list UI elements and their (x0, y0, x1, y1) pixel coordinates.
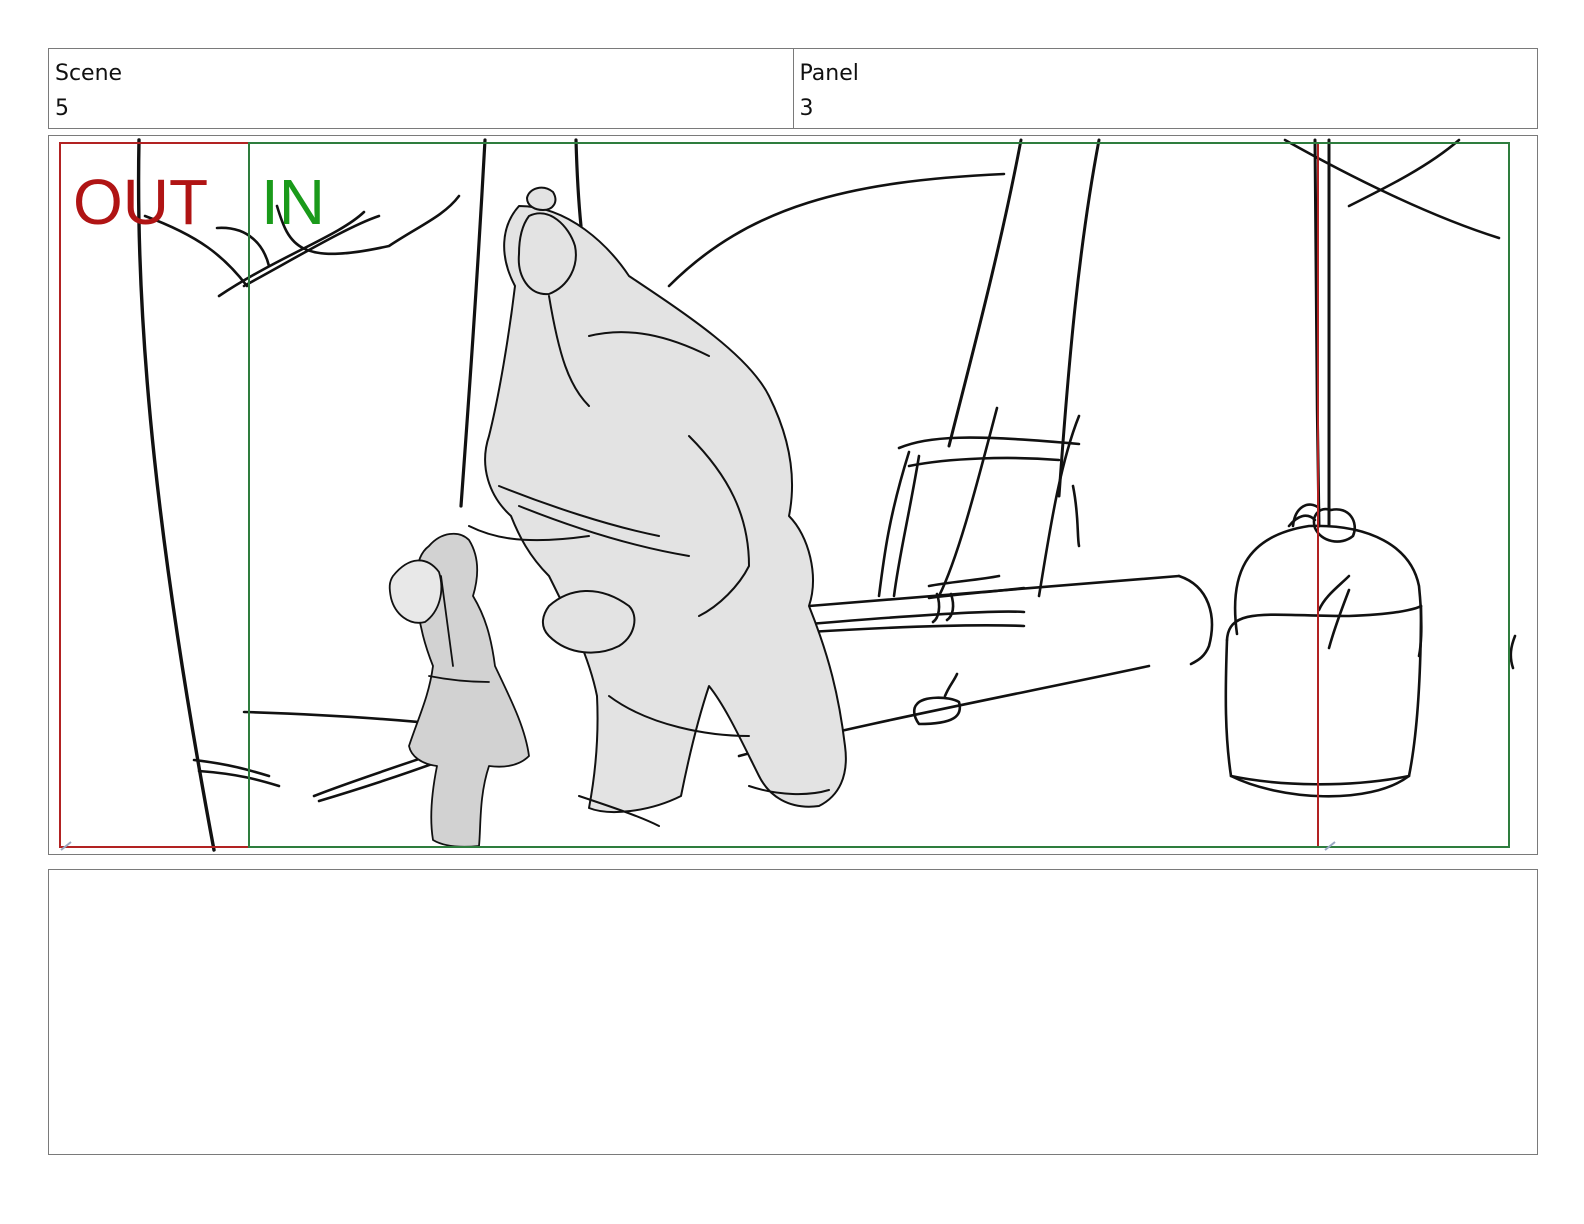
child-figure (388, 532, 530, 848)
in-label: IN (261, 166, 325, 238)
large-figure (468, 186, 847, 827)
storyboard-frame: OUT IN (48, 135, 1538, 855)
panel-cell: Panel 3 (792, 49, 1538, 128)
panel-label: Panel (799, 61, 859, 86)
scene-label: Scene (55, 61, 123, 86)
storyboard-header: Scene 5 Panel 3 (48, 48, 1538, 129)
sketch-canvas: OUT IN (59, 138, 1517, 852)
out-label: OUT (73, 166, 208, 238)
scene-number: 5 (55, 96, 69, 121)
scene-cell: Scene 5 (49, 49, 793, 128)
panel-number: 3 (799, 96, 814, 121)
notes-box[interactable] (48, 869, 1538, 1155)
